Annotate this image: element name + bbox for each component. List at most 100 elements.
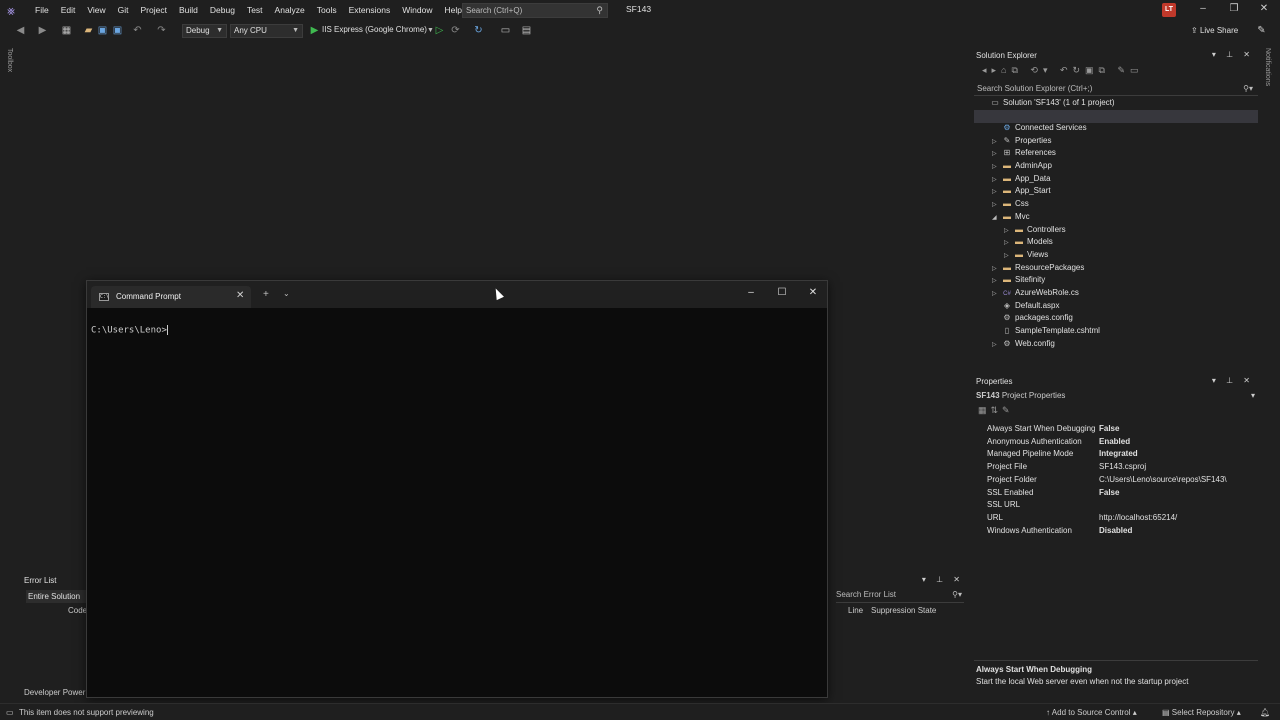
menu-file[interactable]: File — [29, 0, 55, 21]
maximize-icon[interactable]: ☐ — [775, 287, 789, 298]
toolbar-options-icon[interactable]: ▤ — [520, 24, 533, 37]
save-icon[interactable]: ▣ — [96, 24, 109, 37]
tree-item-sampletemplate-cshtml[interactable]: ▯ SampleTemplate.cshtml — [992, 325, 1100, 338]
close-icon[interactable]: ✕ — [806, 287, 820, 298]
properties-toolbar[interactable]: ▦⇅✎ — [978, 405, 1014, 416]
column-header-code[interactable]: Code — [68, 606, 87, 615]
property-row[interactable]: Always Start When Debugging False — [975, 423, 1258, 436]
command-prompt-titlebar[interactable]: C:\ Command Prompt ✕ + ⌄ – ☐ ✕ — [87, 281, 827, 308]
menu-debug[interactable]: Debug — [204, 0, 241, 21]
menu-test[interactable]: Test — [241, 0, 269, 21]
property-value[interactable]: Enabled — [1099, 436, 1130, 449]
tree-item-controllers[interactable]: ▷ ▬ Controllers — [1004, 224, 1066, 237]
minimize-icon[interactable]: – — [1196, 3, 1210, 14]
save-all-icon[interactable]: ▣ — [111, 24, 124, 37]
property-row[interactable]: Project File SF143.csproj — [975, 461, 1258, 474]
property-row[interactable]: Anonymous Authentication Enabled — [975, 436, 1258, 449]
property-value[interactable]: SF143.csproj — [1099, 461, 1146, 474]
panel-window-buttons[interactable]: ▾ ⊥ ✕ — [1212, 50, 1254, 59]
menu-extensions[interactable]: Extensions — [343, 0, 397, 21]
column-header-line[interactable]: Line — [848, 606, 863, 615]
property-value[interactable]: False — [1099, 423, 1119, 436]
menu-window[interactable]: Window — [396, 0, 438, 21]
solution-explorer-search-input[interactable]: Search Solution Explorer (Ctrl+;) ⚲▾ — [974, 82, 1258, 96]
error-list-search-input[interactable]: Search Error List ⚲▾ — [836, 590, 964, 603]
select-repository-button[interactable]: ▤ Select Repository ▴ — [1162, 708, 1241, 717]
close-tab-icon[interactable]: ✕ — [236, 290, 244, 301]
property-row[interactable]: SSL Enabled False — [975, 487, 1258, 500]
notifications-bell-icon[interactable]: 🔔︎ — [1260, 708, 1270, 717]
open-folder-icon[interactable]: ▰ — [82, 24, 95, 37]
property-value[interactable]: Disabled — [1099, 525, 1132, 538]
property-value[interactable]: Integrated — [1099, 448, 1138, 461]
close-icon[interactable]: ✕ — [1257, 3, 1271, 14]
start-debugging-icon[interactable]: ▶ — [308, 24, 321, 37]
developer-powershell-tab[interactable]: Developer Power — [24, 688, 85, 697]
add-to-source-control-button[interactable]: ↑ Add to Source Control ▴ — [1046, 708, 1137, 717]
tree-item-connected-services[interactable]: ⚙ Connected Services — [992, 122, 1086, 135]
tree-item-sitefinity[interactable]: ▷ ▬ Sitefinity — [992, 274, 1045, 287]
menu-edit[interactable]: Edit — [55, 0, 82, 21]
tree-item-app-data[interactable]: ▷ ▬ App_Data — [992, 173, 1051, 186]
feedback-icon[interactable]: ✎ — [1255, 24, 1268, 37]
new-tab-icon[interactable]: + — [263, 289, 269, 300]
tree-item-views[interactable]: ▷ ▬ Views — [1004, 249, 1048, 262]
tree-item-references[interactable]: ▷ ⊞ References — [992, 147, 1056, 160]
solution-configuration-select[interactable]: Debug ▼ — [182, 24, 227, 38]
command-prompt-window[interactable]: C:\ Command Prompt ✕ + ⌄ – ☐ ✕ C:\Users\… — [86, 280, 828, 698]
property-row[interactable]: Windows Authentication Disabled — [975, 525, 1258, 538]
chevron-down-icon[interactable]: ⌄ — [283, 289, 290, 298]
refresh-icon[interactable]: ↻ — [472, 24, 485, 37]
column-header-suppression-state[interactable]: Suppression State — [871, 606, 936, 615]
collapse-arrow-icon[interactable]: ◢ — [992, 212, 1002, 225]
window-layout-icon[interactable]: ▭ — [499, 24, 512, 37]
menu-view[interactable]: View — [81, 0, 111, 21]
menu-project[interactable]: Project — [135, 0, 173, 21]
panel-window-buttons[interactable]: ▾ ⊥ ✕ — [1212, 376, 1254, 385]
redo-icon[interactable]: ↷ — [155, 24, 168, 37]
tree-item-css[interactable]: ▷ ▬ Css — [992, 198, 1029, 211]
property-row[interactable]: Managed Pipeline Mode Integrated — [975, 448, 1258, 461]
global-search-input[interactable]: Search (Ctrl+Q) ⚲ — [462, 3, 608, 18]
tree-item-adminapp[interactable]: ▷ ▬ AdminApp — [992, 160, 1052, 173]
live-share-button[interactable]: ⇪ Live Share — [1191, 26, 1238, 35]
menu-build[interactable]: Build — [173, 0, 204, 21]
solution-explorer-toolbar[interactable]: ◂▸⌂⧉ ⟲▾ ↶↻▣⧉ ✎▭ — [982, 65, 1144, 76]
tree-item-mvc[interactable]: ◢ ▬ Mvc — [992, 211, 1030, 224]
property-row[interactable]: SSL URL — [975, 499, 1258, 512]
property-value[interactable]: C:\Users\Leno\source\repos\SF143\ — [1099, 474, 1227, 487]
tree-item-solution-sf143-1-of-1-project[interactable]: ▭ Solution 'SF143' (1 of 1 project) — [980, 97, 1114, 110]
undo-icon[interactable]: ↶ — [131, 24, 144, 37]
back-icon[interactable]: ◀ — [14, 24, 27, 37]
notifications-side-tab[interactable]: Notifications — [1264, 48, 1271, 86]
tree-item-default-aspx[interactable]: ◈ Default.aspx — [992, 300, 1060, 313]
error-scope-select[interactable]: Entire Solution — [26, 590, 86, 603]
panel-window-buttons[interactable]: ▾ ⊥ ✕ — [922, 575, 964, 584]
toolbox-side-tab[interactable]: Toolbox — [6, 48, 13, 72]
tree-item-resourcepackages[interactable]: ▷ ▬ ResourcePackages — [992, 262, 1084, 275]
forward-icon[interactable]: ▶ — [36, 24, 49, 37]
menu-tools[interactable]: Tools — [311, 0, 343, 21]
start-without-debugging-icon[interactable]: ▷ — [433, 24, 446, 37]
properties-object-selector[interactable]: SF143 Project Properties ▾ — [976, 391, 1258, 404]
run-target-button[interactable]: IIS Express (Google Chrome) — [322, 25, 427, 34]
tree-item-properties[interactable]: ▷ ✎ Properties — [992, 135, 1051, 148]
property-row[interactable]: Project Folder C:\Users\Leno\source\repos… — [975, 474, 1258, 487]
new-project-icon[interactable]: ▦ — [60, 24, 73, 37]
menu-analyze[interactable]: Analyze — [269, 0, 311, 21]
account-avatar[interactable]: LT — [1162, 3, 1176, 17]
command-prompt-tab[interactable]: C:\ Command Prompt ✕ — [91, 286, 251, 308]
expand-arrow-icon[interactable]: ▷ — [992, 339, 1002, 352]
solution-platform-select[interactable]: Any CPU ▼ — [230, 24, 303, 38]
visual-studio-logo-icon[interactable]: ⨳ — [7, 3, 21, 18]
tree-item-packages-config[interactable]: ⚙ packages.config — [992, 312, 1072, 325]
minimize-icon[interactable]: – — [744, 287, 758, 298]
property-value[interactable]: http://localhost:65214/ — [1099, 512, 1177, 525]
browser-link-icon[interactable]: ⟳ — [449, 24, 462, 37]
tree-item-app-start[interactable]: ▷ ▬ App_Start — [992, 185, 1051, 198]
tree-item-models[interactable]: ▷ ▬ Models — [1004, 236, 1053, 249]
restore-icon[interactable]: ❐ — [1227, 3, 1241, 14]
property-row[interactable]: URL http://localhost:65214/ — [975, 512, 1258, 525]
property-value[interactable]: False — [1099, 487, 1119, 500]
tree-item-web-config[interactable]: ▷ ⚙ Web.config — [992, 338, 1055, 351]
